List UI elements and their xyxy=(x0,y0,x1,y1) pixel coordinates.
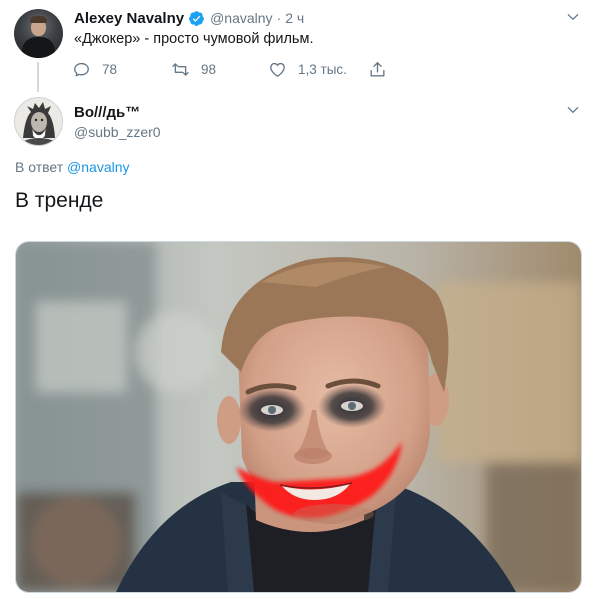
retweet-button[interactable]: 98 xyxy=(171,58,216,80)
tweet-text: «Джокер» - просто чумовой фильм. xyxy=(74,31,314,47)
share-icon xyxy=(370,61,385,77)
verified-badge-icon xyxy=(189,10,205,26)
avatar[interactable] xyxy=(14,9,63,58)
retweet-count: 98 xyxy=(201,61,217,77)
author-handle[interactable]: @navalny xyxy=(210,10,272,26)
author-handle[interactable]: @subb_zzer0 xyxy=(74,124,161,140)
photo-image xyxy=(16,242,581,592)
avatar-body-shape xyxy=(22,37,55,58)
original-tweet[interactable]: Alexey Navalny @navalny · 2 ч «Джокер» -… xyxy=(0,0,596,92)
reply-count: 78 xyxy=(102,61,118,77)
tweet-header: Alexey Navalny @navalny · 2 ч xyxy=(74,9,304,27)
reply-button[interactable]: 78 xyxy=(72,58,117,80)
tweet-actions: 78 98 1,3 тыс. xyxy=(72,58,402,80)
avatar-hair-shape xyxy=(30,16,47,23)
heart-icon xyxy=(270,62,285,77)
chevron-down-icon[interactable] xyxy=(566,103,580,117)
reply-icon xyxy=(74,62,89,77)
avatar-portrait-drawing xyxy=(15,98,62,145)
reply-mention-link[interactable]: @navalny xyxy=(67,159,129,175)
author-name[interactable]: Alexey Navalny xyxy=(74,10,184,27)
reply-prefix: В ответ xyxy=(15,159,64,175)
tweet-text: В тренде xyxy=(15,189,104,212)
retweet-icon xyxy=(172,62,189,76)
like-button[interactable]: 1,3 тыс. xyxy=(268,58,347,80)
tweet-photo[interactable] xyxy=(15,241,582,593)
avatar[interactable] xyxy=(14,97,63,146)
thread-connector xyxy=(37,62,39,92)
like-count: 1,3 тыс. xyxy=(298,61,347,77)
share-button[interactable] xyxy=(368,58,387,80)
separator-dot: · xyxy=(276,10,282,26)
tweet-timestamp[interactable]: 2 ч xyxy=(285,10,304,26)
author-name[interactable]: Во///дь™ xyxy=(74,104,140,121)
chevron-down-icon[interactable] xyxy=(566,10,580,24)
reply-context: В ответ @navalny xyxy=(15,159,130,175)
